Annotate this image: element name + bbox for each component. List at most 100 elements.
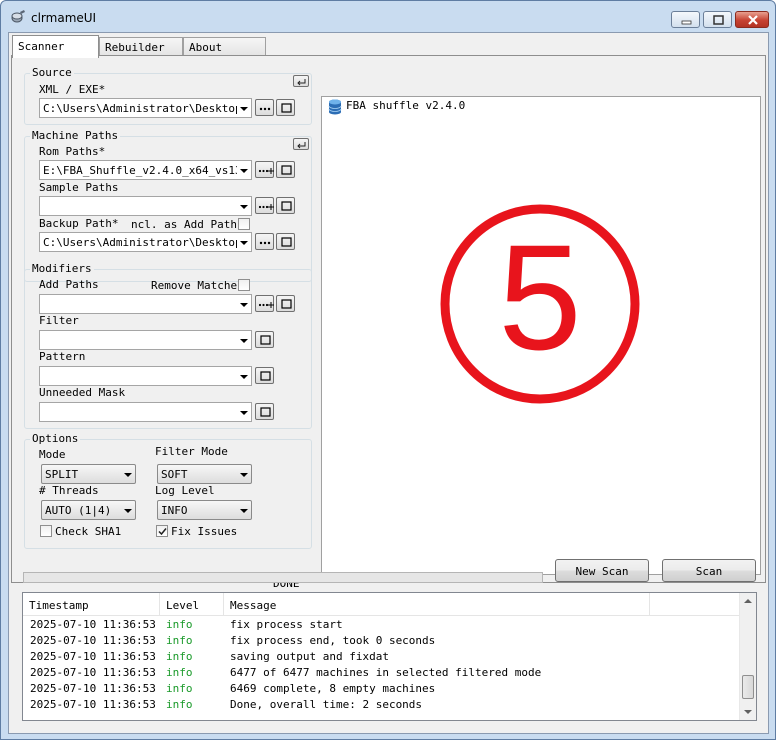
backup-edit-button[interactable] <box>276 233 295 250</box>
log-level: info <box>166 618 193 631</box>
scroll-thumb[interactable] <box>742 675 754 699</box>
incl-as-add-path-label: ncl. as Add Path <box>131 218 237 231</box>
sample-paths-label: Sample Paths <box>39 181 119 194</box>
close-icon <box>748 15 758 25</box>
machine-tree-view[interactable]: FBA shuffle v2.4.0 5 <box>321 96 761 575</box>
ellipsis-add-icon <box>258 204 274 210</box>
xml-exe-combo[interactable]: C:\Users\Administrator\Desktop\F <box>39 98 252 118</box>
chevron-down-icon <box>240 169 248 173</box>
scanner-panel: Source XML / EXE* C:\Users\Administrator… <box>11 55 766 590</box>
log-scrollbar[interactable] <box>739 593 756 720</box>
unneeded-mask-combo[interactable] <box>39 402 252 422</box>
rom-paths-edit-button[interactable] <box>276 161 295 178</box>
log-timestamp: 2025-07-10 11:36:53 <box>30 634 156 647</box>
threads-dropdown[interactable]: AUTO (1|4) <box>41 500 136 520</box>
log-row[interactable]: 2025-07-10 11:36:53 info 6469 complete, 8 … <box>23 681 740 697</box>
square-icon <box>281 165 292 175</box>
tab-rebuilder[interactable]: Rebuilder <box>99 37 183 57</box>
sample-paths-add-button[interactable] <box>255 197 274 214</box>
add-paths-combo[interactable] <box>39 294 252 314</box>
tab-scanner[interactable]: Scanner <box>12 35 99 58</box>
backup-path-combo[interactable]: C:\Users\Administrator\Desktop\E <box>39 232 252 252</box>
xml-exe-label: XML / EXE* <box>39 83 106 96</box>
title-bar[interactable]: clrmameUI <box>1 1 775 31</box>
log-message: Done, overall time: 2 seconds <box>230 698 423 711</box>
log-timestamp: 2025-07-10 11:36:53 <box>30 666 156 679</box>
mode-dropdown[interactable]: SPLIT <box>41 464 136 484</box>
check-sha1-checkbox[interactable] <box>40 525 52 537</box>
filter-mode-dropdown[interactable]: SOFT <box>157 464 252 484</box>
filter-label: Filter <box>39 314 79 327</box>
chevron-down-icon <box>240 473 248 477</box>
incl-as-add-path-checkbox[interactable] <box>238 218 250 230</box>
fix-issues-checkbox[interactable] <box>156 525 168 537</box>
machine-paths-reset-button[interactable] <box>293 138 309 150</box>
log-list[interactable]: Timestamp Level Message 2025-07-10 11:36… <box>22 592 757 721</box>
log-row[interactable]: 2025-07-10 11:36:53 info Done, overall tim… <box>23 697 740 713</box>
square-icon <box>281 201 292 211</box>
source-reset-button[interactable] <box>293 75 309 87</box>
log-row[interactable]: 2025-07-10 11:36:53 info fix process start <box>23 617 740 633</box>
log-level-dropdown[interactable]: INFO <box>157 500 252 520</box>
new-scan-button[interactable]: New Scan <box>555 559 649 582</box>
tab-about[interactable]: About <box>183 37 266 57</box>
mode-value: SPLIT <box>45 468 79 481</box>
log-row[interactable]: 2025-07-10 11:36:53 info fix process end, … <box>23 633 740 649</box>
square-icon <box>260 335 271 345</box>
chevron-down-icon <box>240 375 248 379</box>
log-header: Timestamp Level Message <box>23 593 740 616</box>
square-icon <box>281 103 292 113</box>
ellipsis-add-icon <box>258 302 274 308</box>
scroll-down-icon[interactable] <box>744 710 752 714</box>
filter-combo[interactable] <box>39 330 252 350</box>
log-message: saving output and fixdat <box>230 650 389 663</box>
filter-edit-button[interactable] <box>255 331 274 348</box>
window-title: clrmameUI <box>31 11 97 25</box>
threads-label: # Threads <box>39 484 99 497</box>
xml-exe-value: C:\Users\Administrator\Desktop\F <box>43 102 237 115</box>
square-icon <box>281 299 292 309</box>
chevron-down-icon <box>240 411 248 415</box>
mode-label: Mode <box>39 448 66 461</box>
add-paths-edit-button[interactable] <box>276 295 295 312</box>
rom-paths-combo[interactable]: E:\FBA_Shuffle_v2.4.0_x64_vs13_2 <box>39 160 252 180</box>
maximize-icon <box>713 15 724 25</box>
sample-paths-combo[interactable] <box>39 196 252 216</box>
log-message: 6477 of 6477 machines in selected filter… <box>230 666 542 679</box>
column-message[interactable]: Message <box>224 593 650 616</box>
column-level[interactable]: Level <box>160 593 224 616</box>
minimize-button[interactable] <box>671 11 700 28</box>
log-row[interactable]: 2025-07-10 11:36:53 info saving output and… <box>23 649 740 665</box>
close-button[interactable] <box>735 11 769 28</box>
unneeded-mask-label: Unneeded Mask <box>39 386 126 399</box>
sample-paths-edit-button[interactable] <box>276 197 295 214</box>
chevron-down-icon <box>240 107 248 111</box>
database-icon <box>328 99 342 115</box>
backup-browse-button[interactable] <box>255 233 274 250</box>
remove-matches-checkbox[interactable] <box>238 279 250 291</box>
client-area: Scanner Rebuilder About Source XML / EXE… <box>8 32 769 734</box>
scan-button[interactable]: Scan <box>662 559 756 582</box>
log-level: info <box>166 698 193 711</box>
log-level-value: INFO <box>161 504 188 517</box>
unneeded-mask-edit-button[interactable] <box>255 403 274 420</box>
xml-browse-button[interactable] <box>255 99 274 116</box>
log-level-label: Log Level <box>155 484 215 497</box>
circled-number-overlay: 5 <box>440 204 640 404</box>
log-message: fix process end, took 0 seconds <box>230 634 436 647</box>
rom-paths-add-button[interactable] <box>255 161 274 178</box>
scroll-up-icon[interactable] <box>744 599 752 603</box>
log-row[interactable]: 2025-07-10 11:36:53 info 6477 of 6477 mach… <box>23 665 740 681</box>
threads-value: AUTO (1|4) <box>45 504 112 517</box>
pattern-combo[interactable] <box>39 366 252 386</box>
log-timestamp: 2025-07-10 11:36:53 <box>30 618 156 631</box>
log-message: fix process start <box>230 618 343 631</box>
maximize-button[interactable] <box>703 11 732 28</box>
tree-item-fba-shuffle[interactable]: FBA shuffle v2.4.0 <box>346 99 465 112</box>
add-paths-add-button[interactable] <box>255 295 274 312</box>
column-timestamp[interactable]: Timestamp <box>23 593 160 616</box>
pattern-edit-button[interactable] <box>255 367 274 384</box>
xml-edit-button[interactable] <box>276 99 295 116</box>
rom-paths-label: Rom Paths* <box>39 145 106 158</box>
return-icon <box>297 79 306 86</box>
